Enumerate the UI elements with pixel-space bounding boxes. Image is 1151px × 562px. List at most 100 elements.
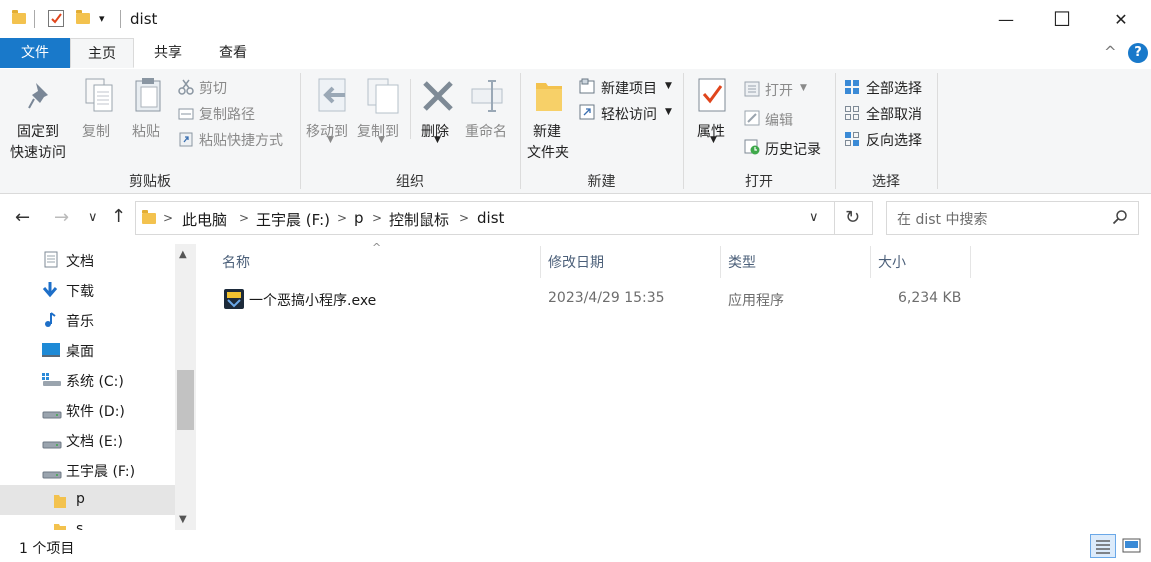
delete-icon: [421, 79, 455, 117]
close-button[interactable]: ✕: [1093, 0, 1149, 38]
breadcrumb-dist[interactable]: dist: [477, 209, 504, 227]
file-name[interactable]: 一个恶搞小程序.exe: [249, 290, 376, 310]
easy-access-dropdown-icon[interactable]: ▼: [665, 107, 672, 117]
copy-to-dropdown-icon[interactable]: ▼: [378, 135, 385, 145]
breadcrumb-p[interactable]: p: [354, 209, 364, 227]
download-icon: [42, 281, 58, 298]
maximize-button[interactable]: ☐: [1034, 0, 1090, 38]
details-view-icon[interactable]: [1090, 534, 1116, 558]
paste-button[interactable]: 粘贴: [132, 121, 160, 141]
new-folder-icon: [534, 77, 564, 117]
nav-item-label: 系统 (C:): [66, 374, 124, 390]
nav-item-drive-f[interactable]: 王宇晨 (F:): [0, 455, 175, 485]
address-dropdown-button[interactable]: ∨: [809, 210, 819, 225]
pin-quick-access-button[interactable]: 固定到: [17, 121, 59, 141]
large-icons-view-icon[interactable]: [1122, 538, 1142, 558]
history-button[interactable]: 历史记录: [765, 139, 821, 159]
search-input[interactable]: 在 dist 中搜索: [897, 209, 987, 229]
invert-selection-button[interactable]: 反向选择: [866, 130, 922, 150]
open-dropdown-icon[interactable]: ▼: [800, 83, 807, 93]
column-divider[interactable]: [870, 246, 871, 278]
tab-view[interactable]: 查看: [203, 38, 263, 68]
folder-icon: [142, 210, 156, 224]
breadcrumb-separator[interactable]: >: [337, 211, 347, 225]
customize-quick-access-icon[interactable]: ▾: [99, 12, 105, 25]
file-type: 应用程序: [728, 293, 784, 309]
search-box[interactable]: 在 dist 中搜索: [886, 201, 1139, 235]
refresh-icon: ↻: [845, 207, 861, 228]
column-header-type[interactable]: 类型: [728, 252, 756, 272]
exe-file-icon: [224, 289, 244, 313]
select-all-button[interactable]: 全部选择: [866, 78, 922, 98]
copy-path-button[interactable]: 复制路径: [199, 104, 255, 124]
column-header-name[interactable]: 名称: [222, 252, 250, 272]
properties-checkmark-icon[interactable]: [48, 10, 64, 27]
breadcrumb-separator[interactable]: >: [372, 211, 382, 225]
group-label-open: 打开: [745, 174, 773, 190]
scroll-down-button[interactable]: ▼: [179, 514, 187, 525]
tab-home[interactable]: 主页: [70, 38, 134, 68]
tab-share[interactable]: 共享: [138, 38, 198, 68]
edit-button[interactable]: 编辑: [765, 110, 793, 130]
refresh-button[interactable]: ↻: [835, 201, 873, 235]
new-item-dropdown-icon[interactable]: ▼: [665, 81, 672, 91]
paste-shortcut-button[interactable]: 粘贴快捷方式: [199, 130, 283, 150]
column-divider[interactable]: [540, 246, 541, 278]
nav-item-p[interactable]: p: [0, 485, 175, 515]
column-header-size[interactable]: 大小: [878, 252, 906, 272]
easy-access-button[interactable]: 轻松访问: [601, 104, 657, 124]
select-none-button[interactable]: 全部取消: [866, 104, 922, 124]
nav-item-drive-d[interactable]: 软件 (D:): [0, 395, 175, 425]
nav-item-desktop[interactable]: 桌面: [0, 335, 175, 365]
nav-item-label: 王宇晨 (F:): [66, 464, 136, 480]
copy-button[interactable]: 复制: [82, 121, 110, 141]
help-icon[interactable]: ?: [1128, 43, 1148, 63]
up-button[interactable]: ↑: [111, 206, 126, 227]
column-divider[interactable]: [720, 246, 721, 278]
new-folder-label: 文件夹: [527, 145, 569, 161]
breadcrumb-control-mouse[interactable]: 控制鼠标: [389, 209, 449, 230]
new-item-button[interactable]: 新建项目: [601, 78, 657, 98]
scroll-thumb[interactable]: [177, 370, 194, 430]
breadcrumb-this-pc[interactable]: 此电脑: [182, 209, 227, 230]
scroll-up-button[interactable]: ▲: [179, 249, 187, 260]
nav-item-drive-c[interactable]: 系统 (C:): [0, 365, 175, 395]
tab-file[interactable]: 文件: [0, 38, 70, 68]
rename-button[interactable]: 重命名: [465, 121, 507, 141]
nav-item-drive-e[interactable]: 文档 (E:): [0, 425, 175, 455]
select-none-icon: [844, 105, 860, 121]
new-folder-button[interactable]: 新建: [533, 121, 561, 141]
minimize-button[interactable]: —: [978, 0, 1034, 38]
nav-item-downloads[interactable]: 下载: [0, 275, 175, 305]
nav-item-documents[interactable]: 文档: [0, 245, 175, 275]
nav-item-label: 软件 (D:): [66, 404, 125, 420]
music-icon: [42, 311, 58, 327]
copy-to-icon: [366, 77, 402, 119]
search-icon[interactable]: [1112, 209, 1128, 229]
delete-dropdown-icon[interactable]: ▼: [434, 135, 441, 145]
new-folder-icon[interactable]: [76, 10, 90, 24]
recent-locations-button[interactable]: ∨: [88, 210, 98, 225]
breadcrumb-separator[interactable]: >: [459, 211, 469, 225]
collapse-ribbon-icon[interactable]: ^: [1104, 43, 1117, 61]
move-to-dropdown-icon[interactable]: ▼: [327, 135, 334, 145]
back-button[interactable]: ←: [15, 207, 30, 228]
folder-icon: [12, 10, 26, 24]
nav-item-label: 音乐: [66, 314, 94, 330]
nav-item-music[interactable]: 音乐: [0, 305, 175, 335]
breadcrumb-drive-f[interactable]: 王宇晨 (F:): [256, 209, 330, 230]
forward-button[interactable]: →: [54, 207, 69, 228]
column-divider[interactable]: [970, 246, 971, 278]
breadcrumb-separator[interactable]: >: [239, 211, 249, 225]
nav-item-s[interactable]: s: [0, 515, 175, 530]
open-button[interactable]: 打开: [765, 80, 793, 100]
group-label-select: 选择: [872, 174, 900, 190]
group-label-new: 新建: [587, 174, 616, 190]
breadcrumb-separator[interactable]: >: [163, 211, 173, 225]
column-header-date[interactable]: 修改日期: [548, 252, 604, 272]
folder-icon: [54, 494, 66, 508]
cut-button[interactable]: 剪切: [199, 78, 227, 98]
properties-dropdown-icon[interactable]: ▼: [710, 135, 717, 145]
divider: [34, 10, 35, 28]
select-all-icon: [844, 79, 860, 95]
